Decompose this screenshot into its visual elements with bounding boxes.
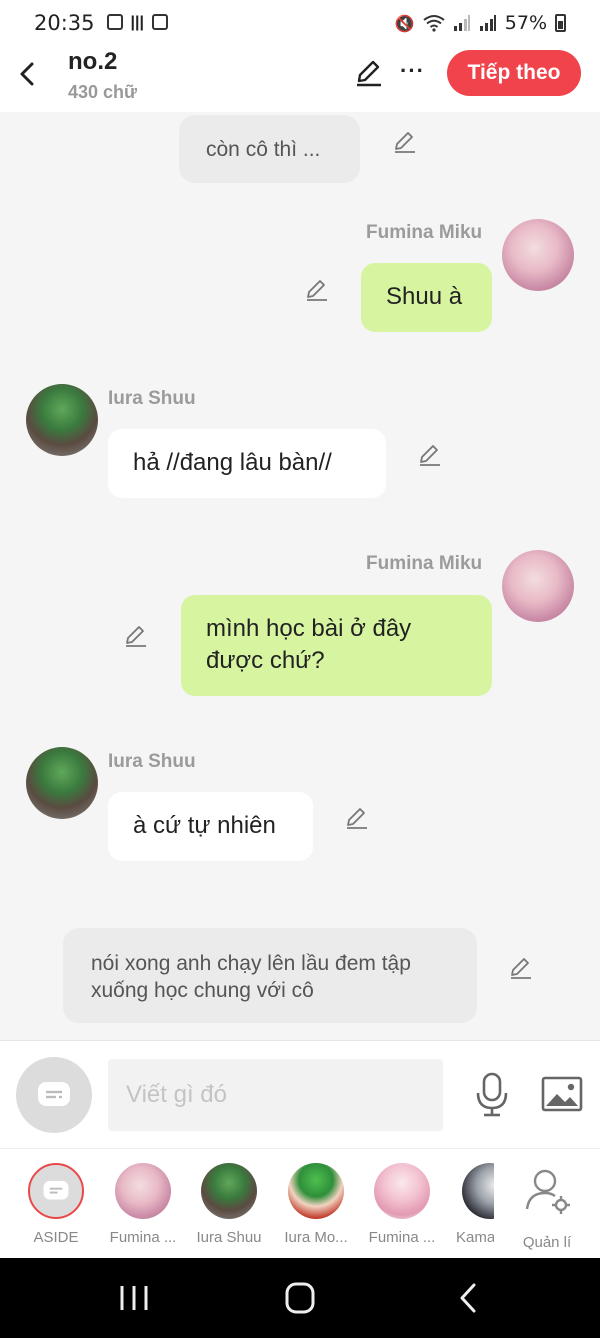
my-message-bubble[interactable]: Shuu à (361, 263, 492, 332)
character-label: Fumina ... (109, 1229, 177, 1246)
avatar (201, 1163, 257, 1219)
battery-icon (555, 14, 566, 32)
system-back-button[interactable] (448, 1280, 488, 1316)
app-notification-icon (151, 14, 168, 30)
character-iura-shuu[interactable]: Iura Shuu (186, 1163, 272, 1246)
home-button[interactable] (280, 1280, 320, 1316)
aside-toggle-button[interactable] (16, 1057, 92, 1133)
microphone-icon[interactable] (472, 1071, 512, 1119)
edit-message-icon[interactable] (508, 955, 534, 981)
other-message-bubble[interactable]: hả //đang lâu bàn// (108, 429, 386, 498)
narration-bubble[interactable]: còn cô thì ... (179, 115, 360, 183)
character-fumina-2[interactable]: Fumina ... (359, 1163, 445, 1246)
signal-icon-2 (479, 15, 496, 31)
narration-bubble[interactable]: nói xong anh chạy lên lầu đem tập xuống … (63, 928, 477, 1023)
image-icon[interactable] (540, 1075, 584, 1115)
message-input[interactable] (108, 1059, 443, 1131)
next-button[interactable]: Tiếp theo (447, 50, 581, 96)
edit-message-icon[interactable] (417, 442, 443, 468)
back-button[interactable] (14, 56, 42, 92)
edit-message-icon[interactable] (304, 277, 330, 303)
status-bar: 20:35 ||| 🔇 57% (0, 0, 600, 46)
mute-icon: 🔇 (394, 13, 415, 33)
wifi-icon (423, 15, 445, 32)
manage-characters-button[interactable]: Quản lí (504, 1163, 590, 1251)
character-iura-mo[interactable]: Iura Mo... (273, 1163, 359, 1246)
recent-apps-button[interactable] (114, 1280, 154, 1316)
character-label: Iura Shuu (196, 1229, 262, 1246)
signal-icon (453, 15, 470, 31)
other-message-bubble[interactable]: à cứ tự nhiên (108, 792, 313, 861)
edit-message-icon[interactable] (123, 623, 149, 649)
sender-name: Iura Shuu (108, 388, 196, 409)
avatar-iura-shuu[interactable] (26, 747, 98, 819)
system-nav-bar (0, 1258, 600, 1338)
character-label: ASIDE (33, 1229, 79, 1246)
edit-title-button[interactable] (354, 58, 384, 88)
my-message-bubble[interactable]: mình học bài ở đây được chứ? (181, 595, 492, 696)
sender-name: Fumina Miku (366, 553, 483, 574)
sender-name: Fumina Miku (366, 222, 483, 243)
avatar (462, 1163, 494, 1219)
app-header: no.2 430 chữ ··· Tiếp theo (0, 46, 600, 112)
character-bar: ASIDE Fumina ... Iura Shuu Iura Mo... Fu… (0, 1148, 600, 1258)
more-options-button[interactable]: ··· (400, 58, 425, 84)
battery-percent: 57% (504, 12, 547, 34)
avatar-iura-shuu[interactable] (26, 384, 98, 456)
edit-message-icon[interactable] (344, 805, 370, 831)
aside-avatar (28, 1163, 84, 1219)
user-settings-icon (525, 1169, 570, 1214)
character-label: Kama (456, 1229, 494, 1246)
gallery-notification-icon (106, 14, 123, 30)
avatar-fumina-miku[interactable] (502, 219, 574, 291)
chat-bubble-icon (43, 1180, 69, 1200)
character-label: Fumina ... (368, 1229, 436, 1246)
character-aside[interactable]: ASIDE (13, 1163, 99, 1246)
page-title: no.2 (68, 48, 118, 75)
character-kama[interactable]: Kama (446, 1163, 494, 1246)
avatar (115, 1163, 171, 1219)
character-label: Quản lí (522, 1234, 572, 1251)
avatar (374, 1163, 430, 1219)
character-label: Iura Mo... (284, 1229, 348, 1246)
word-count: 430 chữ (68, 82, 138, 102)
sender-name: Iura Shuu (108, 751, 196, 772)
sound-notification-icon: ||| (130, 14, 144, 31)
chat-area[interactable]: còn cô thì ... Fumina Miku Shuu à Iura S… (0, 112, 600, 1040)
avatar-fumina-miku[interactable] (502, 550, 574, 622)
avatar (288, 1163, 344, 1219)
chat-bubble-icon (38, 1082, 70, 1106)
status-time: 20:35 (34, 11, 95, 35)
character-fumina-miku[interactable]: Fumina ... (100, 1163, 186, 1246)
edit-message-icon[interactable] (392, 129, 418, 155)
composer-bar (0, 1040, 600, 1148)
